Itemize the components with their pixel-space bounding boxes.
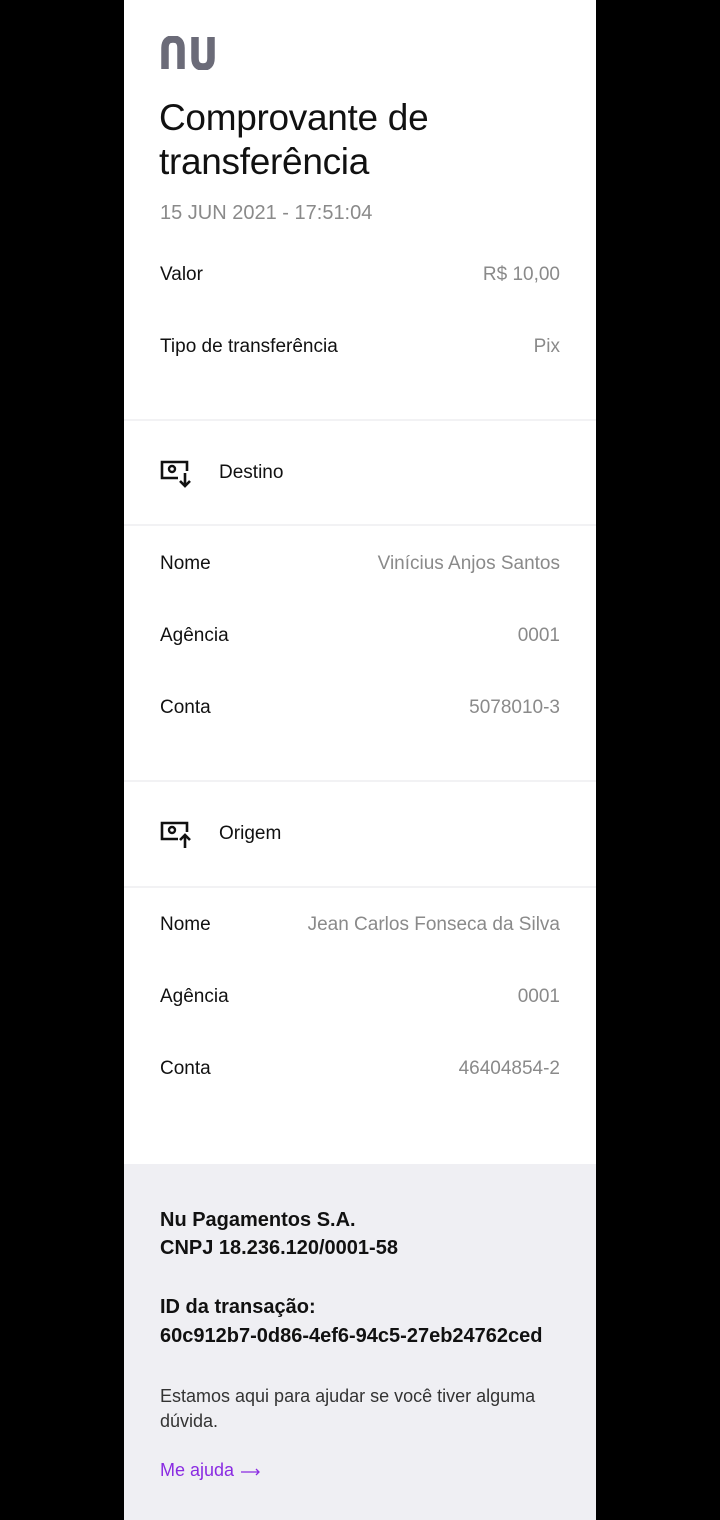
help-link[interactable]: Me ajuda — [160, 1460, 262, 1481]
destination-agency-row: Agência 0001 — [160, 625, 560, 655]
company-name: Nu Pagamentos S.A. — [160, 1209, 356, 1231]
origin-agency-label: Agência — [160, 986, 229, 1007]
receipt-page: Comprovante de transferência 15 JUN 2021… — [124, 0, 596, 1520]
destination-heading: Destino — [219, 462, 284, 483]
divider — [124, 524, 596, 526]
transaction-id-label: ID da transação: — [160, 1296, 316, 1318]
arrow-right-icon — [241, 1468, 260, 1475]
company-cnpj: CNPJ 18.236.120/0001-58 — [160, 1237, 398, 1259]
transfer-datetime: 15 JUN 2021 - 17:51:04 — [160, 202, 373, 224]
divider — [124, 780, 596, 782]
destination-account-value: 5078010-3 — [469, 697, 560, 718]
origin-name-row: Nome Jean Carlos Fonseca da Silva — [160, 914, 560, 944]
origin-section-header: Origem — [160, 820, 560, 852]
destination-name-value: Vinícius Anjos Santos — [377, 553, 560, 574]
transfer-type-row: Tipo de transferência Pix — [160, 336, 560, 366]
origin-name-value: Jean Carlos Fonseca da Silva — [307, 914, 560, 935]
destination-account-row: Conta 5078010-3 — [160, 697, 560, 727]
receipt-footer: Nu Pagamentos S.A. CNPJ 18.236.120/0001-… — [124, 1164, 596, 1520]
origin-name-label: Nome — [160, 914, 211, 935]
divider — [124, 419, 596, 421]
help-link-label: Me ajuda — [160, 1460, 235, 1480]
divider — [124, 886, 596, 888]
origin-agency-value: 0001 — [517, 986, 560, 1007]
origin-account-label: Conta — [160, 1058, 211, 1079]
destination-name-row: Nome Vinícius Anjos Santos — [160, 553, 560, 583]
origin-heading: Origem — [219, 823, 282, 844]
transaction-id: 60c912b7-0d86-4ef6-94c5-27eb24762ced — [160, 1325, 543, 1347]
money-in-icon — [160, 460, 191, 488]
amount-label: Valor — [160, 264, 203, 285]
origin-account-row: Conta 46404854-2 — [160, 1058, 560, 1088]
destination-agency-value: 0001 — [517, 625, 560, 646]
transfer-type-label: Tipo de transferência — [160, 336, 338, 357]
amount-row: Valor R$ 10,00 — [160, 264, 560, 294]
destination-name-label: Nome — [160, 553, 211, 574]
help-text: Estamos aqui para ajudar se você tiver a… — [160, 1386, 536, 1431]
origin-account-value: 46404854-2 — [458, 1058, 560, 1079]
origin-agency-row: Agência 0001 — [160, 986, 560, 1016]
money-out-icon — [160, 821, 191, 848]
destination-account-label: Conta — [160, 697, 211, 718]
page-title: Comprovante de transferência — [159, 97, 429, 182]
transfer-type-value: Pix — [533, 336, 560, 357]
destination-section-header: Destino — [160, 459, 560, 491]
amount-value: R$ 10,00 — [482, 264, 560, 285]
destination-agency-label: Agência — [160, 625, 229, 646]
nubank-logo-icon — [161, 36, 215, 70]
company-info: Nu Pagamentos S.A. CNPJ 18.236.120/0001-… — [160, 1206, 398, 1262]
